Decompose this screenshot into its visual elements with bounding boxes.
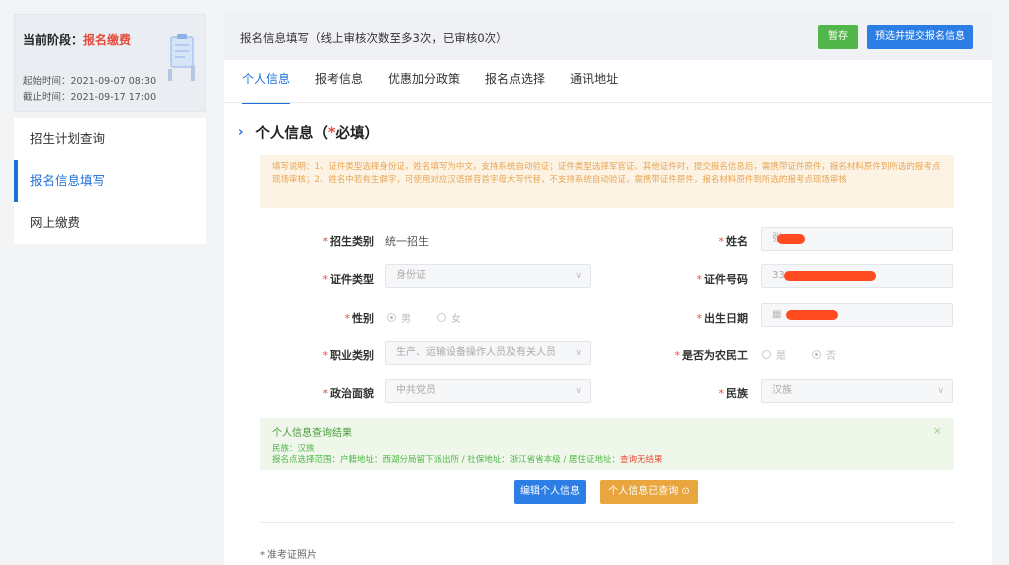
id-type-select[interactable]: 身份证 ∨ bbox=[385, 264, 591, 288]
admission-photo-label: * 准考证照片 bbox=[260, 550, 317, 561]
tab-bar: 个人信息 报考信息 优惠加分政策 报名点选择 通讯地址 bbox=[242, 66, 643, 104]
political-status-label: * 政治面貌 bbox=[322, 387, 375, 400]
gender-radio-male[interactable]: 男 bbox=[387, 310, 411, 325]
query-result-panel: 个人信息查询结果 民族：汉族 报名点选择范围：户籍地址：西湖分局留下派出所 / … bbox=[260, 418, 954, 470]
tab-site-selection[interactable]: 报名点选择 bbox=[485, 66, 545, 96]
ethnicity-label: * 民族 bbox=[718, 387, 749, 400]
id-number-redaction bbox=[784, 271, 876, 281]
save-draft-button[interactable]: 暂存 bbox=[818, 25, 858, 49]
tabs-divider bbox=[224, 102, 992, 103]
tab-mailing-address[interactable]: 通讯地址 bbox=[570, 66, 618, 96]
stage-card: 当前阶段：报名缴费 起始时间：2021-09-07 08:30 截止时间：202… bbox=[14, 14, 206, 112]
stage-value: 报名缴费 bbox=[83, 33, 132, 47]
birth-date-redaction bbox=[786, 310, 838, 320]
ethnicity-select[interactable]: 汉族 ∨ bbox=[761, 379, 953, 403]
query-result-ethnicity: 民族：汉族 bbox=[272, 444, 315, 454]
occupation-label: * 职业类别 bbox=[322, 349, 375, 362]
sidebar-item-online-payment[interactable]: 网上缴费 bbox=[14, 202, 206, 244]
close-icon[interactable]: × bbox=[933, 424, 942, 437]
stage-label: 当前阶段： bbox=[23, 33, 84, 47]
migrant-worker-label: * 是否为农民工 bbox=[674, 349, 749, 362]
sidebar-nav: 招生计划查询 报名信息填写 网上缴费 bbox=[14, 118, 206, 244]
edit-personal-info-button[interactable]: 编辑个人信息 bbox=[514, 480, 586, 504]
clipboard-illustration-icon bbox=[168, 34, 195, 81]
query-result-scope: 报名点选择范围：户籍地址：西湖分局留下派出所 / 社保地址：浙江省省本级 / 居… bbox=[272, 455, 663, 465]
migrant-worker-radio-yes[interactable]: 是 bbox=[762, 347, 786, 362]
sidebar-item-application-form[interactable]: 报名信息填写 bbox=[14, 160, 206, 202]
header-bar: 报名信息填写（线上审核次数至多3次，已审核0次） 暂存 预选并提交报名信息 bbox=[224, 14, 992, 60]
name-label: * 姓名 bbox=[718, 235, 749, 248]
id-number-label: * 证件号码 bbox=[696, 273, 749, 286]
section-title: › 个人信息（ * 必填） bbox=[238, 124, 379, 143]
submit-application-button[interactable]: 预选并提交报名信息 bbox=[867, 25, 973, 49]
birth-date-label: * 出生日期 bbox=[696, 312, 749, 325]
name-redaction bbox=[777, 234, 805, 244]
tab-bonus-policy[interactable]: 优惠加分政策 bbox=[388, 66, 460, 96]
chevron-down-icon: ∨ bbox=[575, 348, 582, 358]
page-title: 报名信息填写（线上审核次数至多3次，已审核0次） bbox=[240, 31, 508, 45]
calendar-icon: ▦ bbox=[772, 309, 782, 320]
tab-personal-info[interactable]: 个人信息 bbox=[242, 66, 291, 104]
chevron-down-icon: ∨ bbox=[937, 386, 944, 396]
stage-start-time: 起始时间：2021-09-07 08:30 bbox=[23, 76, 157, 87]
admission-type-label: * 招生类别 bbox=[322, 235, 375, 248]
migrant-worker-radio-no[interactable]: 否 bbox=[812, 347, 836, 362]
section-divider bbox=[260, 522, 954, 523]
chevron-down-icon: ∨ bbox=[575, 271, 582, 281]
chevron-right-icon: › bbox=[238, 125, 244, 140]
id-type-label: * 证件类型 bbox=[322, 273, 375, 286]
occupation-select[interactable]: 生产、运输设备操作人员及有关人员 ∨ bbox=[385, 341, 591, 365]
personal-info-queried-button[interactable]: 个人信息已查询 ⊙ bbox=[600, 480, 698, 504]
gender-radio-female[interactable]: 女 bbox=[437, 310, 461, 325]
main-panel: 个人信息 报考信息 优惠加分政策 报名点选择 通讯地址 › 个人信息（ * 必填） … bbox=[224, 60, 992, 565]
chevron-down-icon: ∨ bbox=[575, 386, 582, 396]
tab-exam-info[interactable]: 报考信息 bbox=[315, 66, 363, 96]
stage-end-time: 截止时间：2021-09-17 17:00 bbox=[23, 92, 157, 103]
instructions-notice: 填写说明：1、证件类型选择身份证，姓名填写为中文，支持系统自动验证；证件类型选择… bbox=[260, 155, 954, 208]
political-status-select[interactable]: 中共党员 ∨ bbox=[385, 379, 591, 403]
query-result-title: 个人信息查询结果 bbox=[272, 428, 352, 439]
sidebar-item-plan-query[interactable]: 招生计划查询 bbox=[14, 118, 206, 160]
gender-label: * 性别 bbox=[344, 312, 375, 325]
admission-type-value: 统一招生 bbox=[385, 235, 429, 248]
current-stage: 当前阶段：报名缴费 bbox=[23, 31, 131, 48]
